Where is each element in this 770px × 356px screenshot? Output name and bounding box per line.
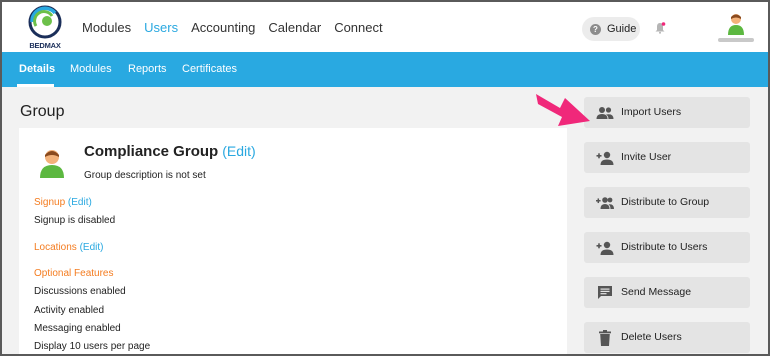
nav-item-accounting[interactable]: Accounting	[191, 20, 255, 35]
nav-item-modules[interactable]: Modules	[82, 20, 131, 35]
import-users-button[interactable]: Import Users	[584, 97, 750, 128]
send-message-label: Send Message	[621, 286, 692, 298]
locations-label: Locations (Edit)	[34, 242, 104, 253]
app-window: BEDMAX Modules Users Accounting Calendar…	[0, 0, 770, 356]
locations-label-text: Locations	[34, 242, 77, 253]
tab-modules[interactable]: Modules	[70, 63, 112, 75]
distribute-to-users-button[interactable]: Distribute to Users	[584, 232, 750, 263]
invite-user-label: Invite User	[621, 151, 672, 163]
group-description: Group description is not set	[84, 170, 206, 181]
import-users-label: Import Users	[621, 106, 682, 118]
signup-label: Signup (Edit)	[34, 197, 92, 208]
feature-item: Discussions enabled	[34, 286, 126, 297]
edit-locations-link[interactable]: (Edit)	[80, 242, 104, 253]
delete-users-button[interactable]: Delete Users	[584, 322, 750, 353]
trash-icon	[599, 330, 611, 346]
edit-signup-link[interactable]: (Edit)	[68, 197, 92, 208]
group-add-icon	[596, 197, 614, 209]
person-add-icon	[596, 151, 614, 165]
top-bar: BEDMAX Modules Users Accounting Calendar…	[2, 2, 768, 52]
bell-icon[interactable]	[654, 22, 666, 34]
user-avatar[interactable]	[726, 13, 746, 35]
feature-item: Activity enabled	[34, 305, 105, 316]
group-icon	[596, 107, 614, 119]
annotation-arrow-icon	[536, 94, 590, 126]
feature-item: Messaging enabled	[34, 323, 121, 334]
group-name: Compliance Group (Edit)	[84, 143, 256, 160]
group-details-card: Compliance Group (Edit) Group description…	[19, 128, 567, 354]
active-tab-indicator	[17, 84, 54, 87]
person-add-icon	[596, 241, 614, 255]
page-title: Group	[20, 103, 65, 120]
user-name-blurred	[718, 38, 754, 42]
nav-item-users[interactable]: Users	[144, 20, 178, 35]
message-icon	[598, 286, 612, 299]
tab-reports[interactable]: Reports	[128, 63, 167, 75]
main-nav: Modules Users Accounting Calendar Connec…	[82, 20, 396, 35]
sub-nav: Details Modules Reports Certificates	[2, 52, 768, 87]
distribute-to-group-button[interactable]: Distribute to Group	[584, 187, 750, 218]
tab-certificates[interactable]: Certificates	[182, 63, 237, 75]
brand-name: BEDMAX	[29, 41, 61, 50]
send-message-button[interactable]: Send Message	[584, 277, 750, 308]
guide-label: Guide	[607, 23, 637, 35]
distribute-to-group-label: Distribute to Group	[621, 196, 710, 208]
edit-group-link[interactable]: (Edit)	[222, 143, 255, 159]
distribute-to-users-label: Distribute to Users	[621, 241, 708, 253]
group-avatar-icon	[40, 150, 64, 178]
invite-user-button[interactable]: Invite User	[584, 142, 750, 173]
signup-label-text: Signup	[34, 197, 66, 208]
optional-features-label: Optional Features	[34, 268, 114, 279]
question-icon: ?	[590, 23, 601, 35]
delete-users-label: Delete Users	[621, 331, 682, 343]
nav-item-calendar[interactable]: Calendar	[268, 20, 321, 35]
nav-item-connect[interactable]: Connect	[334, 20, 382, 35]
signup-status: Signup is disabled	[34, 215, 116, 226]
tab-details[interactable]: Details	[19, 63, 55, 75]
guide-button[interactable]: ? Guide	[582, 17, 640, 41]
feature-item: Display 10 users per page	[34, 341, 151, 352]
group-name-text: Compliance Group	[84, 143, 219, 160]
